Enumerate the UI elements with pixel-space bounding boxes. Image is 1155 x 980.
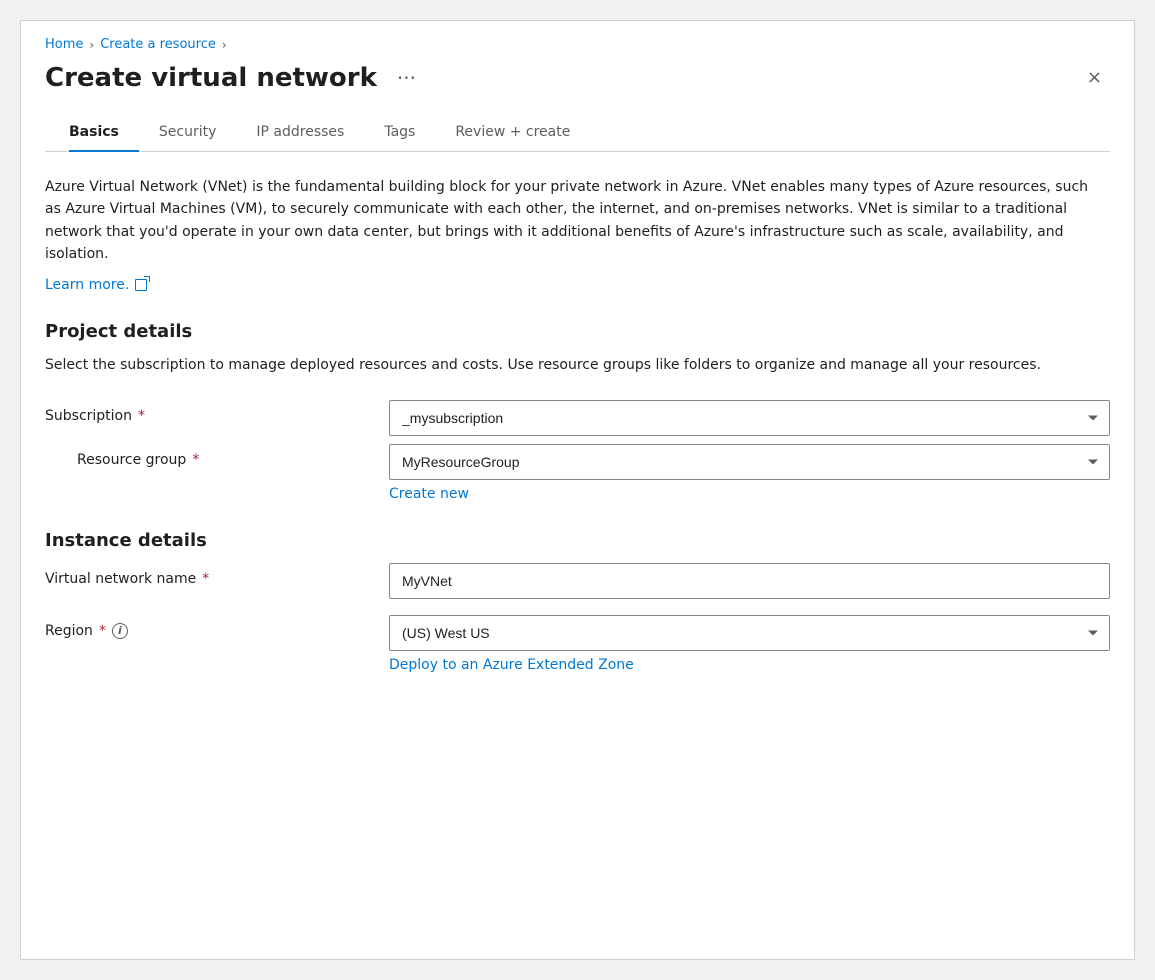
region-select-wrapper: (US) West US xyxy=(389,615,1110,651)
resource-group-select[interactable]: MyResourceGroup xyxy=(389,444,1110,480)
subscription-row: Subscription * _mysubscription xyxy=(45,400,1110,436)
vnet-name-label-col: Virtual network name * xyxy=(45,563,365,587)
region-label: Region xyxy=(45,623,93,639)
resource-group-required: * xyxy=(192,452,199,468)
resource-group-row: Resource group * MyResourceGroup Create … xyxy=(45,444,1110,502)
more-options-button[interactable]: ··· xyxy=(389,62,424,94)
description-text: Azure Virtual Network (VNet) is the fund… xyxy=(45,176,1105,266)
subscription-label-col: Subscription * xyxy=(45,400,365,424)
region-control: (US) West US Deploy to an Azure Extended… xyxy=(389,615,1110,673)
tab-tags[interactable]: Tags xyxy=(364,114,435,152)
title-left: Create virtual network ··· xyxy=(45,62,424,94)
resource-group-control: MyResourceGroup Create new xyxy=(389,444,1110,502)
region-row: Region * i (US) West US Deploy to an Azu… xyxy=(45,615,1110,673)
tab-review-create[interactable]: Review + create xyxy=(435,114,590,152)
vnet-name-required: * xyxy=(202,571,209,587)
deploy-extended-zone-link[interactable]: Deploy to an Azure Extended Zone xyxy=(389,657,634,673)
subscription-required: * xyxy=(138,408,145,424)
create-new-resource-group-link[interactable]: Create new xyxy=(389,486,469,502)
breadcrumb: Home › Create a resource › xyxy=(45,37,1110,52)
subscription-select[interactable]: _mysubscription xyxy=(389,400,1110,436)
vnet-name-row: Virtual network name * xyxy=(45,563,1110,599)
tab-bar: Basics Security IP addresses Tags Review… xyxy=(45,114,1110,152)
subscription-select-wrapper: _mysubscription xyxy=(389,400,1110,436)
resource-group-select-wrapper: MyResourceGroup xyxy=(389,444,1110,480)
project-details-title: Project details xyxy=(45,321,1110,342)
external-link-icon xyxy=(135,279,147,291)
breadcrumb-separator-2: › xyxy=(222,38,227,52)
breadcrumb-separator-1: › xyxy=(89,38,94,52)
learn-more-link[interactable]: Learn more. xyxy=(45,277,147,293)
subscription-label: Subscription xyxy=(45,408,132,424)
region-label-col: Region * i xyxy=(45,615,365,639)
tab-security[interactable]: Security xyxy=(139,114,237,152)
breadcrumb-create-resource[interactable]: Create a resource xyxy=(100,37,216,52)
close-button[interactable]: × xyxy=(1079,65,1110,91)
title-row: Create virtual network ··· × xyxy=(45,62,1110,94)
create-virtual-network-panel: Home › Create a resource › Create virtua… xyxy=(20,20,1135,960)
subscription-control: _mysubscription xyxy=(389,400,1110,436)
resource-group-label: Resource group xyxy=(77,452,186,468)
vnet-name-control xyxy=(389,563,1110,599)
page-title: Create virtual network xyxy=(45,63,377,93)
project-details-desc: Select the subscription to manage deploy… xyxy=(45,354,1110,376)
region-required: * xyxy=(99,623,106,639)
instance-details-title: Instance details xyxy=(45,530,1110,551)
tab-ip-addresses[interactable]: IP addresses xyxy=(236,114,364,152)
region-select[interactable]: (US) West US xyxy=(389,615,1110,651)
resource-group-label-col: Resource group * xyxy=(45,444,365,468)
region-info-icon[interactable]: i xyxy=(112,623,128,639)
panel-header: Home › Create a resource › Create virtua… xyxy=(21,21,1134,152)
main-content: Azure Virtual Network (VNet) is the fund… xyxy=(21,152,1134,713)
vnet-name-input[interactable] xyxy=(389,563,1110,599)
vnet-name-label: Virtual network name xyxy=(45,571,196,587)
breadcrumb-home[interactable]: Home xyxy=(45,37,83,52)
tab-basics[interactable]: Basics xyxy=(69,114,139,152)
